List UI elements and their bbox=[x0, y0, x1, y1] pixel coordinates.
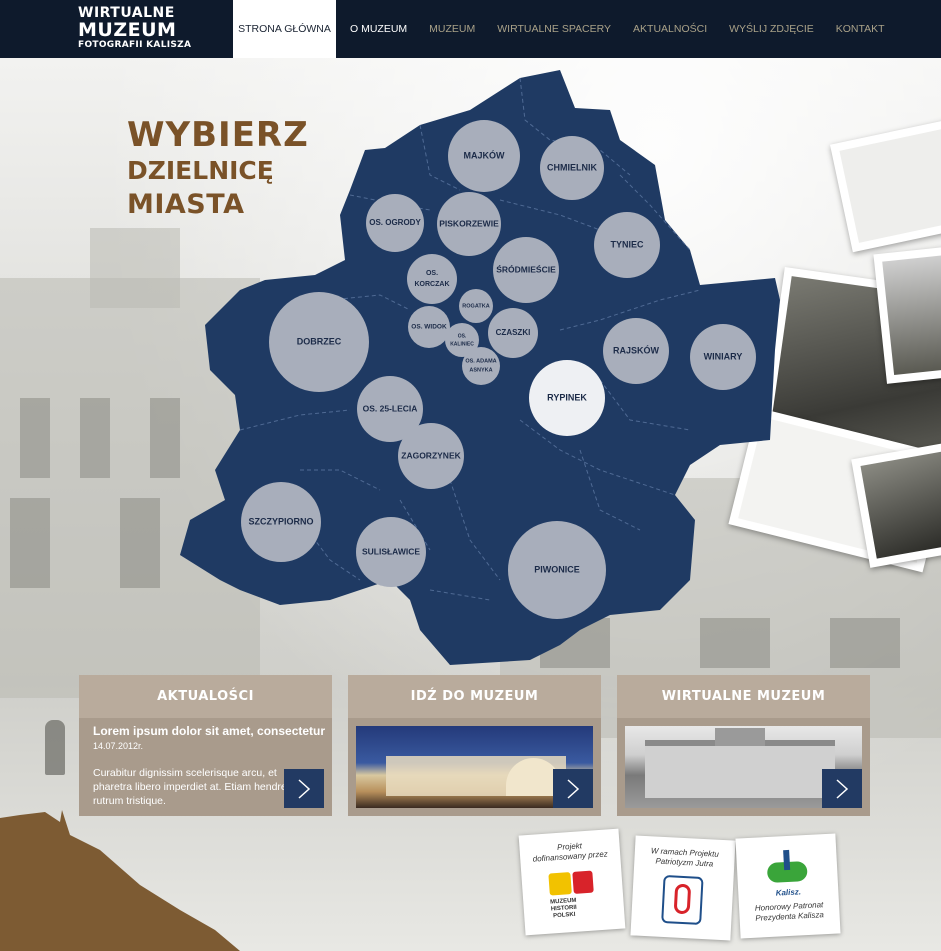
district-chmielnik[interactable]: CHMIELNIK bbox=[540, 136, 604, 200]
chevron-right-icon bbox=[298, 778, 311, 799]
chevron-right-icon bbox=[836, 778, 849, 799]
museum-arrow-button[interactable] bbox=[553, 769, 593, 808]
district-zagorzynek[interactable]: ZAGORZYNEK bbox=[398, 423, 464, 489]
nav-item-museum[interactable]: MUZEUM bbox=[418, 0, 486, 58]
district-label: OS. bbox=[426, 270, 438, 277]
nav-item-contact[interactable]: KONTAKT bbox=[825, 0, 896, 58]
kalisz-logo bbox=[761, 849, 813, 890]
district-label: CZASZKI bbox=[496, 328, 531, 337]
headline-line1: WYBIERZ bbox=[127, 115, 309, 155]
news-headline[interactable]: Lorem ipsum dolor sit amet, consectetur bbox=[93, 724, 325, 738]
logo-line1: WIRTUALNE bbox=[78, 5, 175, 21]
virtual-arrow-button[interactable] bbox=[822, 769, 862, 808]
district-label: MAJKÓW bbox=[464, 149, 506, 160]
district-os-widok[interactable]: OS. WIDOK bbox=[408, 306, 450, 348]
nav-item-home[interactable]: STRONA GŁÓWNA bbox=[233, 0, 336, 58]
museum-card-title[interactable]: IDŹ DO MUZEUM bbox=[348, 675, 601, 718]
sponsor-prezydent-kalisza[interactable]: Kalisz. Honorowy Patronat Prezydenta Kal… bbox=[735, 833, 841, 939]
district-label: PISKORZEWIE bbox=[439, 218, 499, 228]
district-os-korczak[interactable]: OS. KORCZAK bbox=[407, 254, 457, 304]
nav-item-news[interactable]: AKTUALNOŚCI bbox=[622, 0, 718, 58]
building-roof bbox=[715, 728, 765, 746]
district-tyniec[interactable]: TYNIEC bbox=[594, 212, 660, 278]
top-header: WIRTUALNE MUZEUM FOTOGRAFII KALISZA STRO… bbox=[0, 0, 941, 58]
person-silhouette bbox=[45, 720, 65, 775]
district-srodmiescie[interactable]: ŚRÓDMIEŚCIE bbox=[493, 237, 559, 303]
district-label: ŚRÓDMIEŚCIE bbox=[496, 263, 556, 274]
main-nav: STRONA GŁÓWNA O MUZEUM MUZEUM WIRTUALNE … bbox=[233, 0, 896, 58]
district-majkow[interactable]: MAJKÓW bbox=[448, 120, 520, 192]
district-os-adama-asnyka[interactable]: OS. ADAMA ASNYKA bbox=[462, 347, 500, 385]
building-facade bbox=[645, 740, 835, 798]
district-label: SZCZYPIORNO bbox=[248, 516, 313, 526]
district-sulislawice[interactable]: SULISŁAWICE bbox=[356, 517, 426, 587]
news-arrow-button[interactable] bbox=[284, 769, 324, 808]
patriotyzm-logo bbox=[661, 874, 704, 925]
headline-line2: DZIELNICĘ bbox=[127, 156, 274, 185]
map-headline: WYBIERZ DZIELNICĘ MIASTA bbox=[127, 118, 309, 218]
nav-item-virtual-walks[interactable]: WIRTUALNE SPACERY bbox=[486, 0, 622, 58]
district-label: RYPINEK bbox=[547, 392, 587, 402]
district-winiary[interactable]: WINIARY bbox=[690, 324, 756, 390]
district-label: ZAGORZYNEK bbox=[401, 450, 461, 460]
district-label: TYNIEC bbox=[610, 239, 644, 249]
sponsor-patriotyzm-jutra[interactable]: W ramach Projektu Patriotyzm Jutra bbox=[630, 835, 736, 941]
district-label: ROGATKA bbox=[462, 303, 489, 309]
district-label: SULISŁAWICE bbox=[362, 546, 420, 556]
district-label: DOBRZEC bbox=[297, 336, 342, 346]
district-label: OS. WIDOK bbox=[411, 324, 447, 331]
district-label: KALINIEC bbox=[450, 341, 474, 347]
site-logo[interactable]: WIRTUALNE MUZEUM FOTOGRAFII KALISZA bbox=[78, 6, 191, 50]
logo-line3: FOTOGRAFII KALISZA bbox=[78, 40, 192, 50]
news-text: Curabitur dignissim scelerisque arcu, et… bbox=[93, 767, 296, 807]
museum-card: IDŹ DO MUZEUM bbox=[348, 675, 601, 816]
news-card: AKTUALOŚCI Lorem ipsum dolor sit amet, c… bbox=[79, 675, 332, 816]
district-label: CHMIELNIK bbox=[547, 162, 597, 172]
district-label: OS. ADAMA bbox=[465, 358, 496, 364]
mhp-logo bbox=[548, 870, 596, 899]
district-label: OS. 25-LECIA bbox=[363, 403, 418, 413]
district-label: KORCZAK bbox=[415, 281, 450, 288]
district-piwonice[interactable]: PIWONICE bbox=[508, 521, 606, 619]
headline-line3: MIASTA bbox=[127, 189, 245, 220]
district-rypinek[interactable]: RYPINEK bbox=[529, 360, 605, 436]
district-czaszki[interactable]: CZASZKI bbox=[488, 308, 538, 358]
district-label: WINIARY bbox=[704, 351, 743, 361]
nav-item-send-photo[interactable]: WYŚLIJ ZDJĘCIE bbox=[718, 0, 825, 58]
sponsor-muzeum-historii-polski[interactable]: Projekt dofinansowany przez MUZEUM HISTO… bbox=[518, 828, 626, 936]
district-label: ASNYKA bbox=[469, 367, 492, 373]
news-date: 14.07.2012r. bbox=[93, 741, 144, 751]
district-label: PIWONICE bbox=[534, 564, 580, 574]
district-rogatka[interactable]: ROGATKA bbox=[459, 289, 493, 323]
district-rajskow[interactable]: RAJSKÓW bbox=[603, 318, 669, 384]
district-piskorzewie[interactable]: PISKORZEWIE bbox=[437, 192, 501, 256]
district-szczypiorno[interactable]: SZCZYPIORNO bbox=[241, 482, 321, 562]
district-label: RAJSKÓW bbox=[613, 344, 660, 355]
district-os-ogrody[interactable]: OS. OGRODY bbox=[366, 194, 424, 252]
virtual-card-title[interactable]: WIRTUALNE MUZEUM bbox=[617, 675, 870, 718]
district-dobrzec[interactable]: DOBRZEC bbox=[269, 292, 369, 392]
news-card-title[interactable]: AKTUALOŚCI bbox=[79, 675, 332, 718]
district-label: OS. OGRODY bbox=[369, 218, 421, 227]
nav-item-about[interactable]: O MUZEUM bbox=[336, 0, 418, 58]
logo-line2: MUZEUM bbox=[78, 19, 177, 41]
virtual-museum-card: WIRTUALNE MUZEUM bbox=[617, 675, 870, 816]
chevron-right-icon bbox=[567, 778, 580, 799]
district-label: OS. bbox=[458, 333, 467, 339]
hill-decoration bbox=[0, 810, 240, 951]
mhp-logo-text: MUZEUM HISTORII POLSKI bbox=[550, 897, 577, 920]
